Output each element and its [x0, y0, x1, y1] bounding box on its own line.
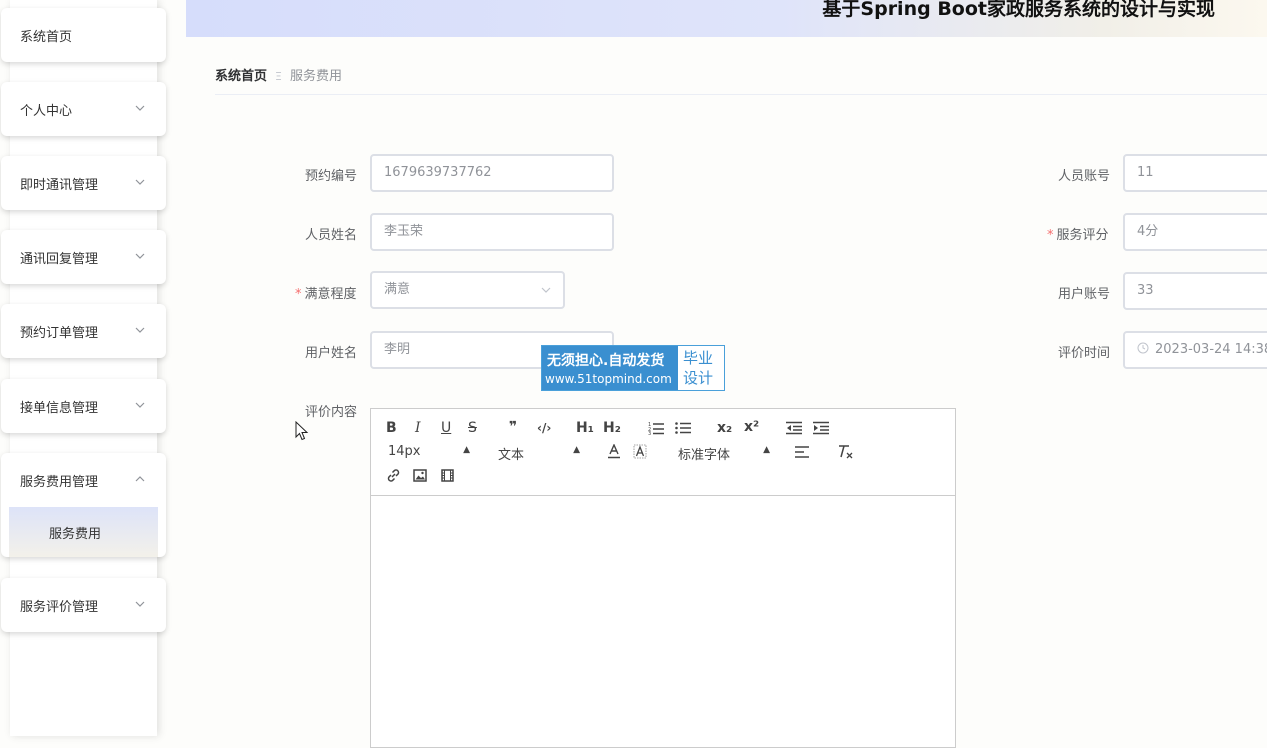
- review-time-label: 评价时间: [1058, 346, 1111, 361]
- code-block-button[interactable]: ‹/›: [537, 421, 551, 435]
- font-size-select[interactable]: 14px ▲: [388, 444, 470, 459]
- chevron-down-icon: [135, 327, 145, 333]
- chevron-down-icon: [135, 179, 145, 185]
- watermark-right1: 毕业: [683, 349, 714, 367]
- rich-text-editor[interactable]: B I U S ❞ ‹/› H₁ H₂ 123 x₂ x² 14px ▲ 文本 ▲ …: [370, 408, 956, 748]
- sidebar-item-home[interactable]: 系统首页: [1, 8, 166, 62]
- watermark-right: 毕业 设计: [683, 348, 713, 388]
- chevron-up-icon: [135, 476, 145, 482]
- sidebar-item-label: 通讯回复管理: [20, 252, 99, 267]
- sidebar-item-im-management[interactable]: 即时通讯管理: [1, 156, 166, 210]
- text-type-value: 文本: [498, 448, 525, 463]
- ordered-list-icon[interactable]: 123: [648, 421, 664, 435]
- staff-name-label: 人员姓名: [305, 228, 358, 243]
- watermark-logo: 无须担心.自动发货 www.51topmind.com 毕业 设计: [541, 345, 725, 391]
- booking-no-label: 预约编号: [305, 169, 358, 184]
- chevron-down-icon: [135, 402, 145, 408]
- sidebar-item-personal-center[interactable]: 个人中心: [1, 82, 166, 136]
- clear-format-icon[interactable]: [837, 444, 853, 459]
- font-family-value: 标准字体: [678, 448, 731, 463]
- sidebar-item-reply-management[interactable]: 通讯回复管理: [1, 230, 166, 284]
- chevron-down-icon: [135, 601, 145, 607]
- breadcrumb-separator: Ξ: [275, 70, 282, 83]
- outdent-icon[interactable]: [786, 421, 802, 435]
- align-icon[interactable]: [795, 446, 809, 458]
- watermark-line2: www.51topmind.com: [545, 372, 672, 386]
- review-time-picker[interactable]: 2023-03-24 14:38:14: [1123, 331, 1267, 369]
- sidebar-item-label: 系统首页: [20, 30, 73, 45]
- font-size-value: 14px: [388, 444, 421, 459]
- sidebar-item-booking-management[interactable]: 预约订单管理: [1, 304, 166, 358]
- review-time-value: 2023-03-24 14:38:14: [1155, 342, 1267, 357]
- booking-no-field[interactable]: 1679639737762: [370, 154, 614, 192]
- required-mark: *: [1047, 228, 1054, 243]
- satisfaction-value: 满意: [384, 282, 411, 297]
- service-rating-field[interactable]: 4分: [1123, 213, 1267, 251]
- text-type-select[interactable]: 文本 ▲: [498, 444, 580, 463]
- underline-button[interactable]: U: [441, 420, 451, 436]
- watermark-left: 无须担心.自动发货 www.51topmind.com: [542, 346, 678, 390]
- divider: [215, 94, 1267, 95]
- header1-button[interactable]: H₁: [576, 420, 594, 436]
- chevron-down-icon: [541, 287, 551, 293]
- watermark-line1: 无须担心.自动发货: [547, 353, 665, 369]
- sidebar-item-label: 接单信息管理: [20, 401, 99, 416]
- satisfaction-label: * 满意程度: [295, 287, 357, 302]
- sidebar-item-label: 服务评价管理: [20, 600, 99, 615]
- bold-button[interactable]: B: [386, 420, 397, 436]
- watermark-right2: 设计: [683, 369, 714, 387]
- editor-toolbar: B I U S ❞ ‹/› H₁ H₂ 123 x₂ x² 14px ▲ 文本 ▲ …: [371, 409, 955, 496]
- sidebar-item-label: 预约订单管理: [20, 326, 99, 341]
- top-header: 基于Spring Boot家政服务系统的设计与实现: [186, 0, 1267, 37]
- svg-text:3: 3: [648, 431, 651, 435]
- sidebar-subitem-label: 服务费用: [49, 527, 102, 542]
- sidebar-subitem-service-fee[interactable]: 服务费用: [9, 507, 158, 557]
- image-icon[interactable]: [413, 469, 427, 482]
- link-icon[interactable]: [386, 468, 401, 483]
- strike-button[interactable]: S: [468, 420, 477, 436]
- superscript-button[interactable]: x²: [744, 419, 759, 435]
- italic-button[interactable]: I: [415, 420, 421, 436]
- satisfaction-select[interactable]: 满意: [370, 271, 565, 309]
- user-account-field[interactable]: 33: [1123, 272, 1267, 310]
- required-mark: *: [295, 287, 302, 302]
- staff-account-field[interactable]: 11: [1123, 154, 1267, 192]
- subscript-button[interactable]: x₂: [717, 420, 732, 436]
- sidebar-item-label: 即时通讯管理: [20, 178, 99, 193]
- breadcrumb-home[interactable]: 系统首页: [215, 69, 267, 84]
- mouse-cursor-icon: [295, 421, 309, 441]
- sidebar-item-label: 服务费用管理: [20, 475, 99, 490]
- header2-button[interactable]: H₂: [603, 420, 621, 436]
- service-rating-label: * 服务评分: [1047, 228, 1109, 243]
- font-family-select[interactable]: 标准字体 ▲: [678, 444, 770, 463]
- sidebar-item-review-management[interactable]: 服务评价管理: [1, 578, 166, 632]
- chevron-down-icon: [135, 105, 145, 111]
- blockquote-button[interactable]: ❞: [509, 419, 517, 435]
- video-icon[interactable]: [441, 469, 454, 482]
- review-content-label: 评价内容: [305, 405, 358, 420]
- font-color-icon[interactable]: [607, 444, 621, 459]
- indent-icon[interactable]: [813, 421, 829, 435]
- breadcrumb-current: 服务费用: [289, 69, 342, 84]
- background-color-icon[interactable]: [633, 444, 647, 459]
- bullet-list-icon[interactable]: [675, 421, 691, 435]
- breadcrumb: 系统首页 Ξ 服务费用: [215, 65, 342, 84]
- user-name-label: 用户姓名: [305, 346, 358, 361]
- user-account-label: 用户账号: [1058, 287, 1111, 302]
- staff-name-field[interactable]: 李玉荣: [370, 213, 614, 251]
- clock-icon: [1137, 342, 1149, 354]
- app-title: 基于Spring Boot家政服务系统的设计与实现: [822, 0, 1215, 20]
- sidebar-item-orders-management[interactable]: 接单信息管理: [1, 379, 166, 433]
- staff-account-label: 人员账号: [1058, 169, 1111, 184]
- sidebar-item-label: 个人中心: [20, 104, 73, 119]
- chevron-down-icon: [135, 253, 145, 259]
